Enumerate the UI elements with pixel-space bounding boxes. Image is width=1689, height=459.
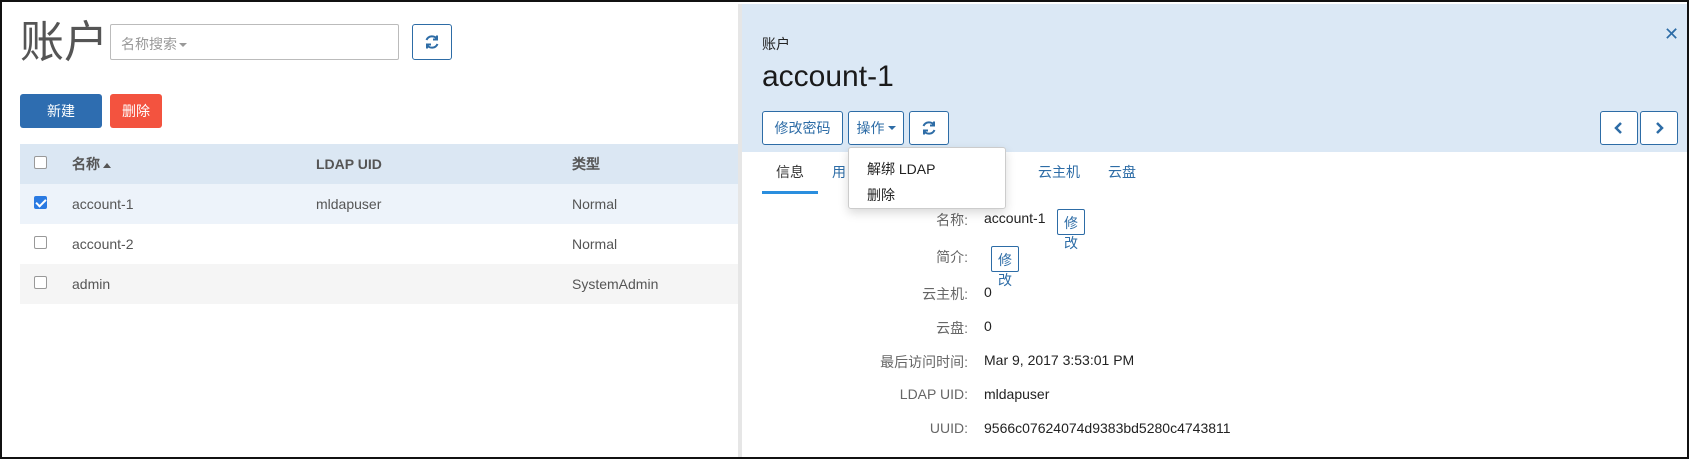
tab-vms[interactable]: 云主机 xyxy=(1038,162,1080,194)
operations-dropdown-button[interactable]: 操作 xyxy=(848,111,904,145)
name-value: account-1 xyxy=(984,210,1046,226)
row-type: SystemAdmin xyxy=(572,276,659,292)
new-account-button[interactable]: 新建 xyxy=(20,94,102,128)
column-header-ldap-uid[interactable]: LDAP UID xyxy=(316,156,572,172)
chevron-left-icon xyxy=(1614,122,1622,134)
name-label: 名称: xyxy=(936,212,968,228)
row-checkbox[interactable] xyxy=(34,276,47,289)
detail-header: 账户 account-1 ✕ 修改密码 操作 xyxy=(742,4,1687,152)
refresh-button[interactable] xyxy=(412,24,452,60)
delete-account-button[interactable]: 删除 xyxy=(110,94,162,128)
operations-dropdown-menu: 解绑 LDAP 删除 xyxy=(848,147,1006,209)
sort-asc-icon xyxy=(103,162,111,168)
disk-count-value: 0 xyxy=(984,318,992,334)
vm-count-value: 0 xyxy=(984,284,992,300)
refresh-icon xyxy=(922,121,936,135)
edit-description-button[interactable]: 修改 xyxy=(991,246,1019,288)
select-all-checkbox[interactable] xyxy=(34,156,47,169)
next-button[interactable] xyxy=(1640,111,1678,145)
row-type: Normal xyxy=(572,196,618,212)
table-row[interactable]: account-1 mldapuser Normal xyxy=(20,184,738,224)
vm-count-label: 云主机: xyxy=(922,286,968,302)
ldap-uid-value: mldapuser xyxy=(984,386,1050,402)
close-icon[interactable]: ✕ xyxy=(1664,24,1679,45)
ldap-uid-label: LDAP UID: xyxy=(899,386,968,402)
row-name: account-1 xyxy=(72,196,134,212)
column-header-name[interactable]: 名称 xyxy=(72,154,316,174)
last-access-label: 最后访问时间: xyxy=(880,354,968,370)
row-ldap-uid: mldapuser xyxy=(316,196,382,212)
menu-item-delete[interactable]: 删除 xyxy=(849,182,1005,208)
column-header-type[interactable]: 类型 xyxy=(572,154,738,174)
row-checkbox[interactable] xyxy=(34,196,47,209)
search-placeholder: 名称搜索 xyxy=(121,36,177,52)
search-input[interactable]: 名称搜索 xyxy=(110,24,399,60)
row-checkbox[interactable] xyxy=(34,236,47,249)
row-name: admin xyxy=(72,276,111,292)
detail-title: account-1 xyxy=(762,60,894,93)
chevron-right-icon xyxy=(1656,122,1664,134)
page-title: 账户 xyxy=(20,18,108,67)
detail-refresh-button[interactable] xyxy=(909,111,949,145)
menu-item-unbind-ldap[interactable]: 解绑 LDAP xyxy=(849,156,1005,182)
active-tab-indicator xyxy=(762,191,818,194)
tab-disks[interactable]: 云盘 xyxy=(1108,162,1136,194)
table-row[interactable]: account-2 Normal xyxy=(20,224,738,264)
refresh-icon xyxy=(425,35,439,49)
uuid-label: UUID: xyxy=(929,420,968,436)
chevron-down-icon xyxy=(179,43,187,48)
table-row[interactable]: admin SystemAdmin xyxy=(20,264,738,304)
disk-count-label: 云盘: xyxy=(936,320,968,336)
account-detail-panel: 账户 account-1 ✕ 修改密码 操作 信息 用 云主机 云盘 名称: a… xyxy=(738,4,1687,457)
account-list-panel: 账户 名称搜索 新建 删除 名称 LDAP UID 类型 account-1 m… xyxy=(4,4,738,457)
tab-users[interactable]: 用 xyxy=(832,162,846,194)
last-access-value: Mar 9, 2017 3:53:01 PM xyxy=(984,352,1135,368)
row-name: account-2 xyxy=(72,236,134,252)
previous-button[interactable] xyxy=(1600,111,1638,145)
operations-label: 操作 xyxy=(856,120,885,136)
edit-name-button[interactable]: 修改 xyxy=(1057,209,1085,251)
account-table: 名称 LDAP UID 类型 account-1 mldapuser Norma… xyxy=(20,144,738,304)
tab-info[interactable]: 信息 xyxy=(776,162,804,194)
description-label: 简介: xyxy=(936,249,968,265)
uuid-value: 9566c07624074d9383bd5280c4743811 xyxy=(984,420,1231,436)
breadcrumb[interactable]: 账户 xyxy=(762,34,790,54)
change-password-button[interactable]: 修改密码 xyxy=(762,111,843,145)
chevron-down-icon xyxy=(887,126,896,130)
row-type: Normal xyxy=(572,236,618,252)
window-frame: 账户 名称搜索 新建 删除 名称 LDAP UID 类型 account-1 m… xyxy=(0,0,1689,459)
table-header: 名称 LDAP UID 类型 xyxy=(20,144,738,184)
